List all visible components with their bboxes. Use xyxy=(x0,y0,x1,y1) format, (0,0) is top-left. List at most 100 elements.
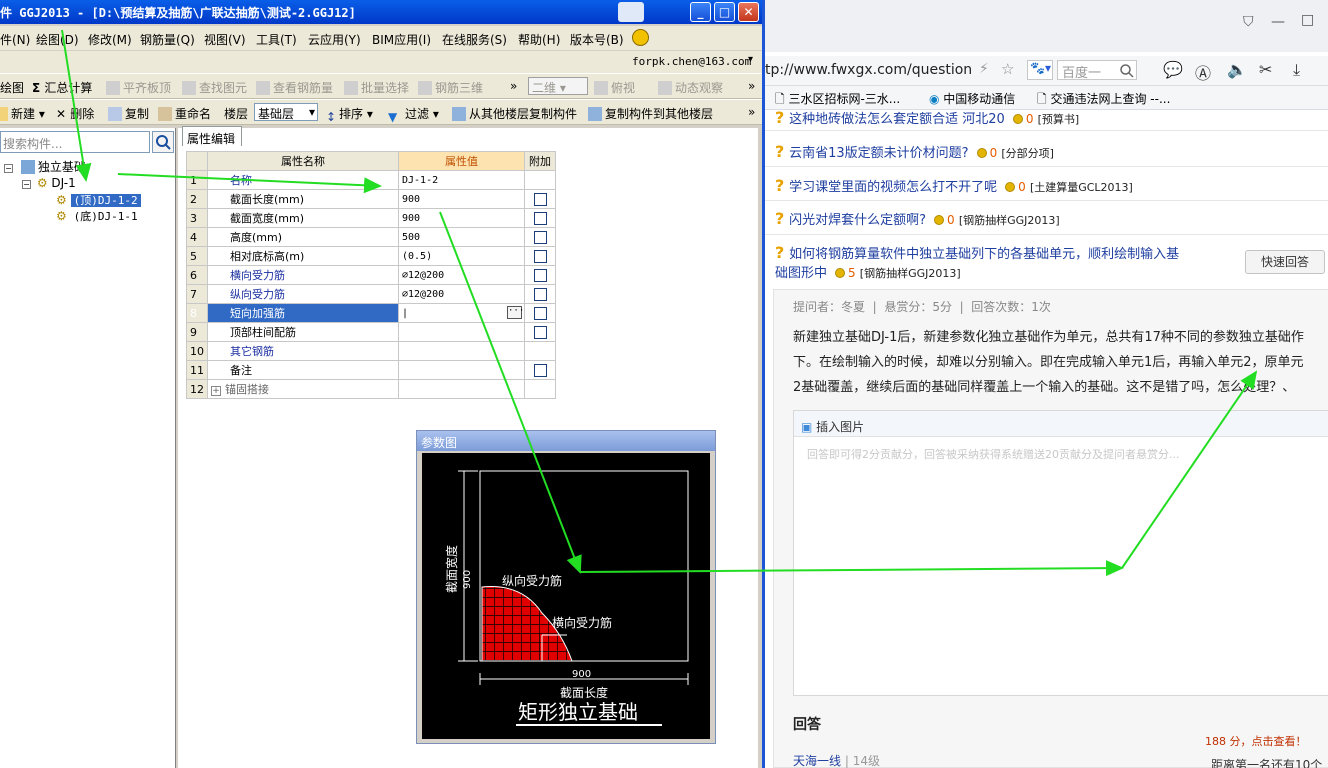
minimize-icon[interactable]: — xyxy=(1271,14,1285,30)
property-row[interactable]: 9 顶部柱间配筋 xyxy=(186,322,556,342)
property-name[interactable]: 纵向受力筋 xyxy=(207,284,399,304)
chat-icon[interactable]: 💬 xyxy=(1163,60,1183,79)
expand-icon[interactable]: + xyxy=(211,386,221,396)
extra-checkbox[interactable] xyxy=(533,268,547,282)
lightning-icon[interactable]: ⚡ xyxy=(979,61,989,77)
tree-root[interactable]: − 独立基础 xyxy=(4,158,86,175)
floor-select[interactable]: 基础层 ▾ xyxy=(254,103,318,121)
main-question-title-line2[interactable]: 础图形中 5 [钢筋抽样GGJ2013] xyxy=(775,262,961,281)
property-value[interactable]: (0.5) xyxy=(398,246,525,266)
answerer-name[interactable]: 天海一线 xyxy=(793,754,841,768)
property-row[interactable]: 1 名称 DJ-1-2 xyxy=(186,170,556,190)
menu-bim[interactable]: BIM应用(I) xyxy=(372,31,431,48)
property-row[interactable]: 5 相对底标高(m) (0.5) xyxy=(186,246,556,266)
quick-answer-button[interactable]: 快速回答 xyxy=(1245,250,1325,274)
tree-item-top[interactable]: ⚙ (顶)DJ-1-2 xyxy=(56,192,141,208)
tree-item-bottom[interactable]: ⚙ (底)DJ-1-1 xyxy=(56,208,141,224)
property-row[interactable]: 12 + 锚固搭接 xyxy=(186,379,556,399)
toolbar-overflow-icon-3[interactable]: » xyxy=(748,105,755,119)
search-icon[interactable] xyxy=(1119,63,1135,79)
property-name[interactable]: 短向加强筋 xyxy=(207,303,399,323)
property-row[interactable]: 7 纵向受力筋 ⌀12@200 xyxy=(186,284,556,304)
property-value[interactable]: DJ-1-2 xyxy=(398,170,525,190)
extra-checkbox[interactable] xyxy=(533,287,547,301)
property-name[interactable]: 高度(mm) xyxy=(207,227,399,247)
ellipsis-button[interactable]: ··· xyxy=(507,306,524,319)
close-button[interactable]: ✕ xyxy=(738,2,759,22)
summary-calc-button[interactable]: Σ 汇总计算 xyxy=(32,79,92,96)
property-row[interactable]: 11 备注 xyxy=(186,360,556,380)
property-name[interactable]: 截面宽度(mm) xyxy=(207,208,399,228)
property-value[interactable]: | ··· xyxy=(398,303,525,323)
property-value[interactable]: ⌀12@200 xyxy=(398,284,525,304)
asker[interactable]: 提问者：冬夏 xyxy=(793,300,865,314)
menu-help[interactable]: 帮助(H) xyxy=(518,31,560,48)
property-value[interactable]: 900 xyxy=(398,208,525,228)
question-item-3[interactable]: ? 闪光对焊套什么定额啊? 0 [钢筋抽样GGJ2013] xyxy=(775,209,1060,228)
question-item-2[interactable]: ? 学习课堂里面的视频怎么打不开了呢 0 [土建算量GCL2013] xyxy=(775,176,1133,195)
property-row[interactable]: 4 高度(mm) 500 xyxy=(186,227,556,247)
collapse-icon[interactable]: − xyxy=(22,180,31,189)
property-name[interactable]: 顶部柱间配筋 xyxy=(207,322,399,342)
filter-button[interactable]: ▼ 过滤 ▾ xyxy=(388,105,439,124)
property-value[interactable]: 500 xyxy=(398,227,525,247)
menu-view[interactable]: 视图(V) xyxy=(204,31,246,48)
search-input[interactable]: 搜索构件... xyxy=(0,131,150,153)
search-button[interactable] xyxy=(152,131,174,153)
delete-button[interactable]: ✕ 删除 xyxy=(56,105,94,122)
extra-checkbox[interactable] xyxy=(533,192,547,206)
toolbar-overflow-icon[interactable]: » xyxy=(510,79,517,93)
menu-file[interactable]: 件(N) xyxy=(0,31,30,48)
property-name[interactable]: 截面长度(mm) xyxy=(207,189,399,209)
menu-rebar[interactable]: 钢筋量(Q) xyxy=(140,31,195,48)
speaker-icon[interactable]: 🔈 xyxy=(1227,60,1247,79)
insert-image-button[interactable]: ▣ 插入图片 xyxy=(801,418,864,435)
property-value[interactable]: ⌀12@200 xyxy=(398,265,525,285)
property-row[interactable]: 6 横向受力筋 ⌀12@200 xyxy=(186,265,556,285)
answer-textarea[interactable]: 回答即可得2分贡献分，回答被采纳获得系统赠送20贡献分及提问者悬赏分... xyxy=(807,446,1327,462)
property-value[interactable] xyxy=(398,360,525,380)
draw-button[interactable]: 绘图 xyxy=(0,79,24,96)
menu-tools[interactable]: 工具(T) xyxy=(256,31,297,48)
extra-checkbox[interactable] xyxy=(533,306,547,320)
view-mode-dropdown[interactable]: 二维 ▾ xyxy=(528,77,588,95)
rename-button[interactable]: 重命名 xyxy=(158,105,211,122)
property-name[interactable]: 其它钢筋 xyxy=(207,341,399,361)
property-value[interactable] xyxy=(398,322,525,342)
collapse-icon[interactable]: − xyxy=(4,164,13,173)
property-row[interactable]: 3 截面宽度(mm) 900 xyxy=(186,208,556,228)
adblock-icon[interactable]: Ⓐ xyxy=(1195,60,1211,84)
property-row[interactable]: 2 截面长度(mm) 900 xyxy=(186,189,556,209)
property-value[interactable] xyxy=(398,341,525,361)
extra-checkbox[interactable] xyxy=(533,230,547,244)
minimize-button[interactable]: _ xyxy=(690,2,711,22)
extra-checkbox[interactable] xyxy=(533,211,547,225)
download-icon[interactable]: ⤓ xyxy=(1293,60,1300,80)
main-question-title[interactable]: ? 如何将钢筋算量软件中独立基础列下的各基础单元，顺利绘制输入基 xyxy=(775,243,1179,262)
copy-from-floor-button[interactable]: 从其他楼层复制构件 xyxy=(452,105,577,122)
smiley-icon[interactable] xyxy=(632,29,649,46)
property-name[interactable]: 相对底标高(m) xyxy=(207,246,399,266)
find-element-button[interactable]: 查找图元 xyxy=(182,79,247,96)
view-rebar-button[interactable]: 查看钢筋量 xyxy=(256,79,333,96)
scissors-icon[interactable]: ✂ xyxy=(1259,60,1272,79)
copy-button[interactable]: 复制 xyxy=(108,105,149,122)
property-value[interactable]: 900 xyxy=(398,189,525,209)
toolbar-overflow-icon-2[interactable]: » xyxy=(748,79,755,93)
tree-group-dj1[interactable]: − ⚙ DJ-1 xyxy=(22,176,76,190)
property-row[interactable]: 10 其它钢筋 xyxy=(186,341,556,361)
copy-to-floor-button[interactable]: 复制构件到其他楼层 xyxy=(588,105,713,122)
extra-checkbox[interactable] xyxy=(533,249,547,263)
extra-checkbox[interactable] xyxy=(533,363,547,377)
property-name[interactable]: 备注 xyxy=(207,360,399,380)
property-name[interactable]: 横向受力筋 xyxy=(207,265,399,285)
account-dropdown-icon[interactable]: ▾ xyxy=(748,54,753,65)
property-name[interactable]: 名称 xyxy=(207,170,399,190)
new-button[interactable]: 新建 ▾ xyxy=(0,105,45,122)
menu-online[interactable]: 在线服务(S) xyxy=(442,31,507,48)
menu-version[interactable]: 版本号(B) xyxy=(570,31,624,48)
rebar-3d-button[interactable]: 钢筋三维 xyxy=(418,79,483,96)
menu-modify[interactable]: 修改(M) xyxy=(88,31,132,48)
tab-property-edit[interactable]: 属性编辑 xyxy=(182,126,242,146)
question-item-partial[interactable]: ? 这种地砖做法怎么套定额合适 河北20 0 [预算书] xyxy=(775,108,1079,127)
